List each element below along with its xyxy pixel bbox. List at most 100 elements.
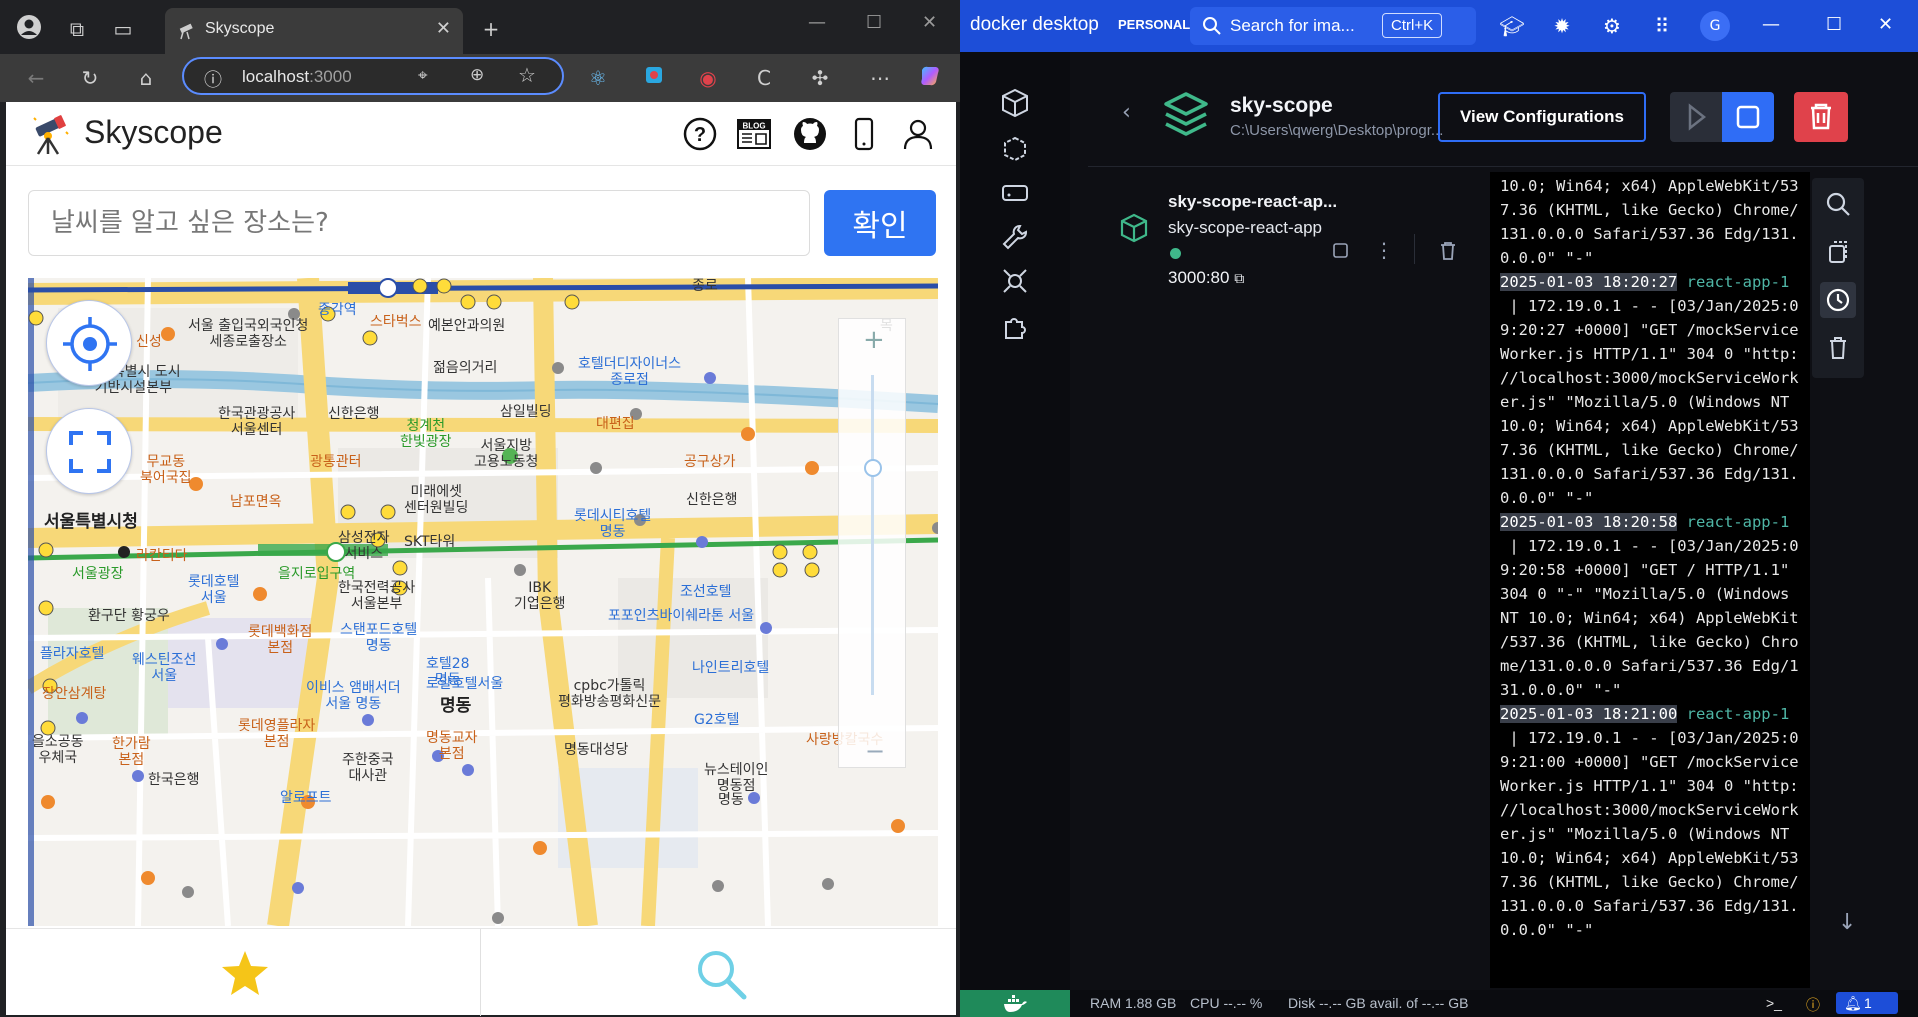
address-bar[interactable]: ⓘ localhost:3000 ⌖ ⊕ ☆ — [182, 57, 564, 95]
close-window-icon[interactable]: ✕ — [1878, 14, 1893, 35]
docker-search[interactable]: Search for ima... Ctrl+K — [1190, 7, 1476, 45]
map-label[interactable]: 종로 — [692, 278, 718, 294]
map-label[interactable]: 대편집 — [596, 416, 635, 432]
map-label[interactable]: 신한은행 — [686, 492, 738, 508]
clear-trash-icon[interactable] — [1820, 330, 1856, 366]
favorite-star-icon[interactable]: ☆ — [518, 63, 536, 87]
map-label[interactable]: 남포면옥 — [230, 494, 282, 510]
map-label[interactable]: 롯데시티호텔 명동 — [574, 508, 651, 540]
location-icon[interactable]: ⌖ — [418, 66, 428, 86]
map-label[interactable]: 스타벅스 — [370, 314, 422, 330]
maximize-icon[interactable]: ☐ — [1826, 14, 1842, 35]
zoom-icon[interactable]: ⊕ — [470, 65, 484, 85]
containers-icon[interactable] — [998, 86, 1032, 120]
kebab-menu-icon[interactable]: ⋮ — [1374, 238, 1394, 262]
tab-actions-icon[interactable]: ▭ — [108, 14, 138, 44]
extension-red-icon[interactable]: ◉ — [694, 64, 722, 92]
extension-c-icon[interactable]: C — [750, 64, 778, 92]
map-label[interactable]: 스탠포드호텔 명동 — [340, 622, 417, 654]
favorites-star-icon[interactable] — [220, 949, 270, 997]
map-label[interactable]: 뉴스테이인 명동점 — [704, 762, 768, 794]
back-chevron-icon[interactable]: ‹ — [1122, 100, 1131, 125]
copy-icon[interactable] — [1820, 234, 1856, 270]
search-icon[interactable] — [694, 947, 748, 1001]
extension-icon[interactable] — [640, 64, 668, 92]
close-tab-icon[interactable]: ✕ — [436, 18, 451, 39]
github-icon[interactable] — [792, 116, 828, 152]
container-name[interactable]: sky-scope-react-ap... — [1168, 192, 1337, 212]
map-label[interactable]: 롯데호텔 서울 — [188, 574, 240, 606]
settings-gear-icon[interactable]: ⚙ — [1598, 12, 1626, 40]
back-icon[interactable]: ← — [22, 64, 50, 92]
map-label[interactable]: 명동 — [440, 698, 471, 715]
map-label[interactable]: 한가람 본점 — [112, 736, 151, 768]
place-search-input[interactable] — [28, 190, 810, 256]
home-icon[interactable]: ⌂ — [132, 64, 160, 92]
map-label[interactable]: 한국은행 — [148, 772, 200, 788]
checkbox-icon[interactable] — [1332, 242, 1350, 260]
map-label[interactable]: 한국전력공사 서울본부 — [338, 580, 415, 612]
avatar[interactable]: G — [1700, 11, 1730, 41]
volumes-icon[interactable] — [998, 176, 1032, 210]
zoom-handle[interactable] — [864, 459, 882, 477]
zoom-in-icon[interactable]: + — [863, 325, 885, 355]
map-label[interactable]: 미래에셋 센터원빌딩 — [404, 484, 468, 516]
map-label[interactable]: 웨스틴조선 서울 — [132, 652, 196, 684]
map-label[interactable]: 광통관터 — [310, 454, 362, 470]
copilot-icon[interactable] — [916, 64, 944, 92]
map-label[interactable]: G2호텔 — [694, 712, 740, 728]
map-label[interactable]: 서울 출입국외국인청 세종로출장소 — [188, 318, 308, 350]
search-icon[interactable] — [1820, 186, 1856, 222]
minimize-icon[interactable]: — — [1762, 14, 1780, 35]
view-configurations-button[interactable]: View Configurations — [1438, 92, 1646, 142]
map-label[interactable]: 장안삼계탕 — [42, 686, 106, 702]
notifications-badge[interactable]: 🔔︎ 1 — [1836, 992, 1898, 1014]
map-label[interactable]: IBK 기업은행 — [514, 580, 566, 612]
map-label[interactable]: 종각역 — [318, 302, 357, 318]
map-label[interactable]: 서울특별시청 — [44, 514, 138, 531]
trash-icon[interactable] — [1438, 240, 1458, 262]
blog-icon[interactable]: BLOG — [736, 116, 772, 152]
new-tab-icon[interactable]: + — [476, 14, 506, 44]
site-info-icon[interactable]: ⓘ — [204, 66, 222, 92]
troubleshoot-bug-icon[interactable]: ✹ — [1548, 12, 1576, 40]
help-icon[interactable]: ? — [682, 116, 718, 152]
engine-status[interactable] — [960, 990, 1070, 1017]
extensions-icon[interactable] — [998, 310, 1032, 344]
map-label[interactable]: 을소공동 우체국 — [32, 734, 84, 766]
scroll-to-bottom-icon[interactable]: ↓ — [1838, 910, 1856, 935]
minimize-icon[interactable]: — — [808, 12, 826, 33]
terminal-icon[interactable]: >_ — [1766, 995, 1782, 1011]
map-label[interactable]: 롯데백화점 본점 — [248, 624, 312, 656]
map-label[interactable]: 젊음의거리 — [433, 360, 497, 376]
map-label[interactable]: 청계천 한빛광장 — [400, 418, 452, 450]
learning-center-icon[interactable]: 🎓︎ — [1498, 12, 1526, 40]
refresh-icon[interactable]: ↻ — [76, 64, 104, 92]
images-icon[interactable] — [998, 132, 1032, 166]
maximize-icon[interactable]: ☐ — [866, 12, 882, 33]
close-window-icon[interactable]: ✕ — [922, 12, 937, 33]
map-label[interactable]: 라칸티다 — [136, 548, 188, 564]
map-label[interactable]: 포포인츠바이쉐라톤 서울 — [608, 608, 754, 624]
map-label[interactable]: 알로프트 — [280, 790, 332, 806]
map-label[interactable]: 롯데영플라자 본점 — [238, 718, 315, 750]
react-devtools-icon[interactable]: ⚛ — [584, 64, 612, 92]
current-location-button[interactable] — [46, 300, 132, 386]
map-label[interactable]: 주한중국 대사관 — [342, 752, 394, 784]
extensions-icon[interactable]: ✣ — [806, 64, 834, 92]
tab-skyscope[interactable]: Skyscope ✕ — [165, 8, 463, 54]
more-icon[interactable]: ⋯ — [866, 64, 894, 92]
map-label[interactable]: 삼일빌딩 — [500, 404, 552, 420]
delete-button[interactable] — [1794, 92, 1848, 142]
map-label[interactable]: 이비스 앰배서더 서울 명동 — [306, 680, 401, 712]
timestamps-clock-icon[interactable] — [1820, 282, 1856, 318]
scout-icon[interactable] — [998, 264, 1032, 298]
map-label[interactable]: 삼성전자 서비스 — [338, 530, 390, 562]
map-label[interactable]: 조선호텔 — [680, 584, 732, 600]
map-label[interactable]: 공구상가 — [684, 454, 736, 470]
workspaces-icon[interactable]: ⧉ — [62, 14, 92, 44]
map-label[interactable]: 환구단 황궁우 — [88, 608, 170, 624]
map-label[interactable]: 나인트리호텔 — [692, 660, 769, 676]
info-icon[interactable]: ⓘ — [1806, 995, 1820, 1015]
map-label[interactable]: 명동대성당 — [564, 742, 628, 758]
